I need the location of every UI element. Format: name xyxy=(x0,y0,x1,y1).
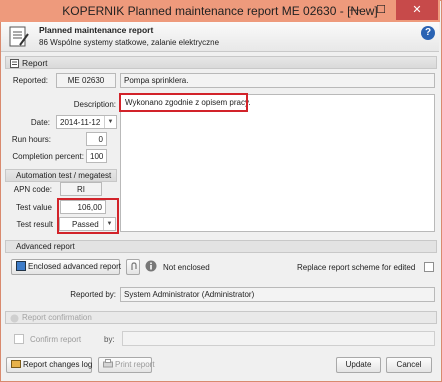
apn-label: APN code: xyxy=(13,185,52,194)
title-bar[interactable]: KOPERNIK Planned maintenance report ME 0… xyxy=(0,0,440,22)
confirm-report-label: Confirm report xyxy=(30,335,82,344)
run-hours-label: Run hours: xyxy=(11,135,51,144)
chevron-down-icon[interactable]: ▼ xyxy=(104,116,116,128)
enclosure-status: Not enclosed xyxy=(163,263,210,272)
help-icon[interactable]: ? xyxy=(421,26,435,40)
run-hours-field[interactable]: 0 xyxy=(86,132,107,146)
print-report-label: Print report xyxy=(115,360,155,369)
attach-button[interactable] xyxy=(126,259,140,275)
confirmation-section-title: Report confirmation xyxy=(22,313,92,322)
header-subtitle: 86 Wspólne systemy statkowe, zalanie ele… xyxy=(39,38,220,47)
description-textarea[interactable]: Wykonano zgodnie z opisem pracy. xyxy=(120,94,435,232)
print-report-button[interactable]: Print report xyxy=(98,357,155,373)
printer-icon xyxy=(103,359,113,368)
description-highlight xyxy=(119,93,248,112)
reported-code-field[interactable]: ME 02630 xyxy=(56,73,116,88)
reported-by-field[interactable]: System Administrator (Administrator) xyxy=(120,287,435,302)
dialog-header: Planned maintenance report 86 Wspólne sy… xyxy=(1,22,439,52)
test-result-label: Test result xyxy=(16,220,53,229)
log-icon xyxy=(11,360,21,368)
info-icon xyxy=(145,260,157,272)
report-section-title: Report xyxy=(22,58,48,68)
completion-label: Completion percent: xyxy=(12,152,84,161)
date-value: 2014-11-12 xyxy=(60,118,101,127)
replace-scheme-checkbox[interactable] xyxy=(424,262,434,272)
document-icon xyxy=(9,26,29,47)
reported-label: Reported: xyxy=(12,76,48,85)
automation-section-title: Automation test / megatest xyxy=(16,171,112,180)
enclosed-report-label: Enclosed advanced report xyxy=(28,262,121,271)
advanced-section-header: Advanced report xyxy=(5,240,437,253)
confirm-icon xyxy=(10,314,19,323)
test-highlight xyxy=(57,198,119,234)
enclosed-report-button[interactable]: Enclosed advanced report xyxy=(11,259,121,275)
maximize-button[interactable]: ☐ xyxy=(368,0,394,20)
report-icon xyxy=(16,261,26,271)
apn-field[interactable]: RI xyxy=(60,182,102,196)
report-section-header: Report xyxy=(5,56,437,69)
report-icon xyxy=(10,59,19,68)
report-changes-log-label: Report changes log xyxy=(23,360,93,369)
report-changes-log-button[interactable]: Report changes log xyxy=(6,357,92,373)
reported-by-label: Reported by: xyxy=(70,290,116,299)
confirm-report-checkbox[interactable] xyxy=(14,334,24,344)
confirmation-section-header: Report confirmation xyxy=(5,311,437,324)
description-label: Description: xyxy=(73,100,116,109)
reported-name-field[interactable]: Pompa sprinklera. xyxy=(120,73,435,88)
update-button[interactable]: Update xyxy=(336,357,381,373)
date-picker[interactable]: 2014-11-12 ▼ xyxy=(56,115,117,129)
paperclip-icon xyxy=(131,262,137,270)
test-value-label: Test value xyxy=(15,203,52,212)
confirmed-by-label: by: xyxy=(104,335,115,344)
date-label: Date: xyxy=(30,118,50,127)
automation-section-header: Automation test / megatest xyxy=(5,169,117,182)
confirmed-by-field[interactable] xyxy=(122,331,435,346)
replace-scheme-label: Replace report scheme for edited xyxy=(297,263,416,272)
header-title: Planned maintenance report xyxy=(39,25,154,35)
completion-field[interactable]: 100 xyxy=(86,149,107,163)
advanced-section-title: Advanced report xyxy=(16,242,75,251)
cancel-button[interactable]: Cancel xyxy=(386,357,432,373)
minimize-button[interactable]: — xyxy=(342,0,368,20)
close-button[interactable]: ✕ xyxy=(396,0,438,20)
